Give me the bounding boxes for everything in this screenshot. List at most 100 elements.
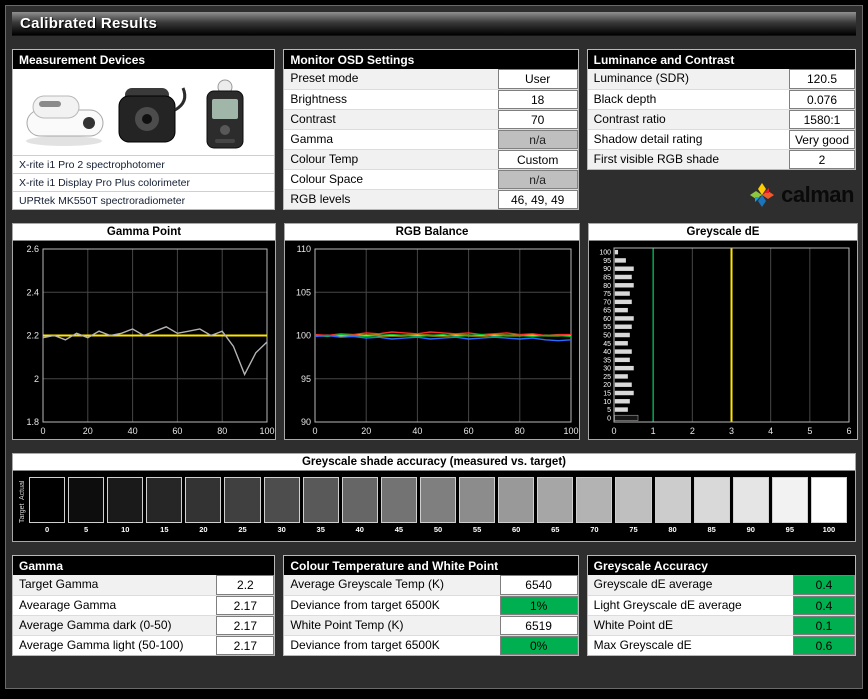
svg-text:20: 20 (83, 426, 93, 436)
patch-actual (577, 478, 611, 500)
svg-text:85: 85 (603, 275, 611, 282)
svg-text:95: 95 (603, 258, 611, 265)
svg-text:30: 30 (603, 366, 611, 373)
page-title: Calibrated Results (20, 15, 157, 32)
table-row: Brightness18 (284, 89, 577, 109)
patch-actual (421, 478, 455, 500)
greyscale-de-chart: 0123456100959085807570656055504540353025… (589, 241, 857, 439)
greyscale-patch: 35 (303, 477, 339, 536)
patch-level-label: 5 (68, 523, 104, 536)
de-bar (615, 366, 635, 371)
svg-text:50: 50 (603, 333, 611, 340)
row-label: RGB levels (284, 190, 497, 209)
greyscale-patch: 45 (381, 477, 417, 536)
patch-level-label: 95 (772, 523, 808, 536)
svg-text:2.6: 2.6 (26, 244, 39, 254)
patch-target (616, 500, 650, 522)
svg-text:25: 25 (603, 374, 611, 381)
de-bar (615, 283, 635, 288)
svg-text:0: 0 (611, 426, 616, 436)
greyscale-patch: 55 (459, 477, 495, 536)
svg-text:35: 35 (603, 357, 611, 364)
greyscale-patch: 65 (537, 477, 573, 536)
gamma-point-chart: 0204060801001.822.22.42.6 (13, 241, 275, 439)
svg-text:70: 70 (603, 299, 611, 306)
table-row: RGB levels46, 49, 49 (284, 189, 577, 209)
de-bar (615, 250, 619, 255)
gamma-summary-header: Gamma (13, 556, 274, 575)
svg-text:20: 20 (361, 426, 371, 436)
de-bar (615, 299, 633, 304)
svg-text:0: 0 (607, 415, 611, 422)
row-value: 1580:1 (789, 110, 855, 129)
row-value: n/a (498, 130, 578, 149)
table-row: Greyscale dE average0.4 (588, 575, 855, 595)
row-value: 0.4 (793, 596, 855, 615)
measurement-devices-panel: Measurement Devices (12, 49, 275, 210)
svg-text:100: 100 (296, 331, 311, 341)
row-value: 70 (498, 110, 578, 129)
greyscale-patch: 0 (29, 477, 65, 536)
svg-text:5: 5 (607, 407, 611, 414)
patch-level-label: 50 (420, 523, 456, 536)
device-photos-illustration (19, 70, 269, 154)
patch-target (656, 500, 690, 522)
patch-target (734, 500, 768, 522)
de-bar (615, 349, 633, 354)
patch-actual (69, 478, 103, 500)
table-row: Deviance from target 6500K0% (284, 635, 577, 655)
svg-text:1.8: 1.8 (26, 417, 39, 427)
greyscale-patch: 50 (420, 477, 456, 536)
svg-text:80: 80 (603, 283, 611, 290)
svg-text:15: 15 (603, 391, 611, 398)
table-row: Average Greyscale Temp (K)6540 (284, 575, 577, 595)
greyscale-patch: 10 (107, 477, 143, 536)
de-bar (615, 332, 631, 337)
spectroradiometer-image (207, 80, 243, 148)
rgb-balance-panel: RGB Balance 0204060801009095100105110 (284, 223, 580, 440)
patch-level-label: 70 (576, 523, 612, 536)
luminance-contrast-table: Luminance (SDR)120.5Black depth0.076Cont… (588, 69, 855, 169)
table-row: Shadow detail ratingVery good (588, 129, 855, 149)
patch-level-label: 35 (303, 523, 339, 536)
svg-text:1: 1 (651, 426, 656, 436)
svg-text:60: 60 (603, 316, 611, 323)
svg-text:2: 2 (34, 374, 39, 384)
table-row: Colour TempCustom (284, 149, 577, 169)
table-row: Avearage Gamma2.17 (13, 595, 274, 615)
series-measured-gamma (43, 327, 267, 375)
row-label: Luminance (SDR) (588, 69, 789, 89)
row-value: 46, 49, 49 (498, 190, 578, 209)
charts-row: Gamma Point 0204060801001.822.22.42.6 RG… (12, 223, 856, 440)
luminance-contrast-panel: Luminance and Contrast Luminance (SDR)12… (587, 49, 856, 170)
osd-settings-table: Preset modeUserBrightness18Contrast70Gam… (284, 69, 577, 209)
row-label: Greyscale dE average (588, 575, 793, 595)
patch-actual (538, 478, 572, 500)
svg-text:80: 80 (515, 426, 525, 436)
row-value: 18 (498, 90, 578, 109)
patch-target (812, 500, 846, 522)
patch-actual (225, 478, 259, 500)
patch-actual (695, 478, 729, 500)
greyscale-de-panel: Greyscale dE 012345610095908580757065605… (588, 223, 858, 440)
patch-level-label: 30 (264, 523, 300, 536)
patch-actual (734, 478, 768, 500)
gamma-point-panel: Gamma Point 0204060801001.822.22.42.6 (12, 223, 276, 440)
greyscale-patch: 75 (615, 477, 651, 536)
table-row: Colour Spacen/a (284, 169, 577, 189)
row-label: Black depth (588, 90, 789, 109)
svg-text:105: 105 (296, 287, 311, 297)
row-value: 2.17 (216, 616, 274, 635)
colour-temp-panel: Colour Temperature and White Point Avera… (283, 555, 578, 656)
table-row: Preset modeUser (284, 69, 577, 89)
svg-text:45: 45 (603, 341, 611, 348)
row-value: 1% (500, 596, 578, 615)
svg-text:10: 10 (603, 399, 611, 406)
row-value: Very good (789, 130, 855, 149)
greyscale-patch: 100 (811, 477, 847, 536)
de-bar (615, 390, 635, 395)
spectrophotometer-image (26, 96, 103, 146)
patch-level-label: 15 (146, 523, 182, 536)
table-row: Gamman/a (284, 129, 577, 149)
patch-target (773, 500, 807, 522)
